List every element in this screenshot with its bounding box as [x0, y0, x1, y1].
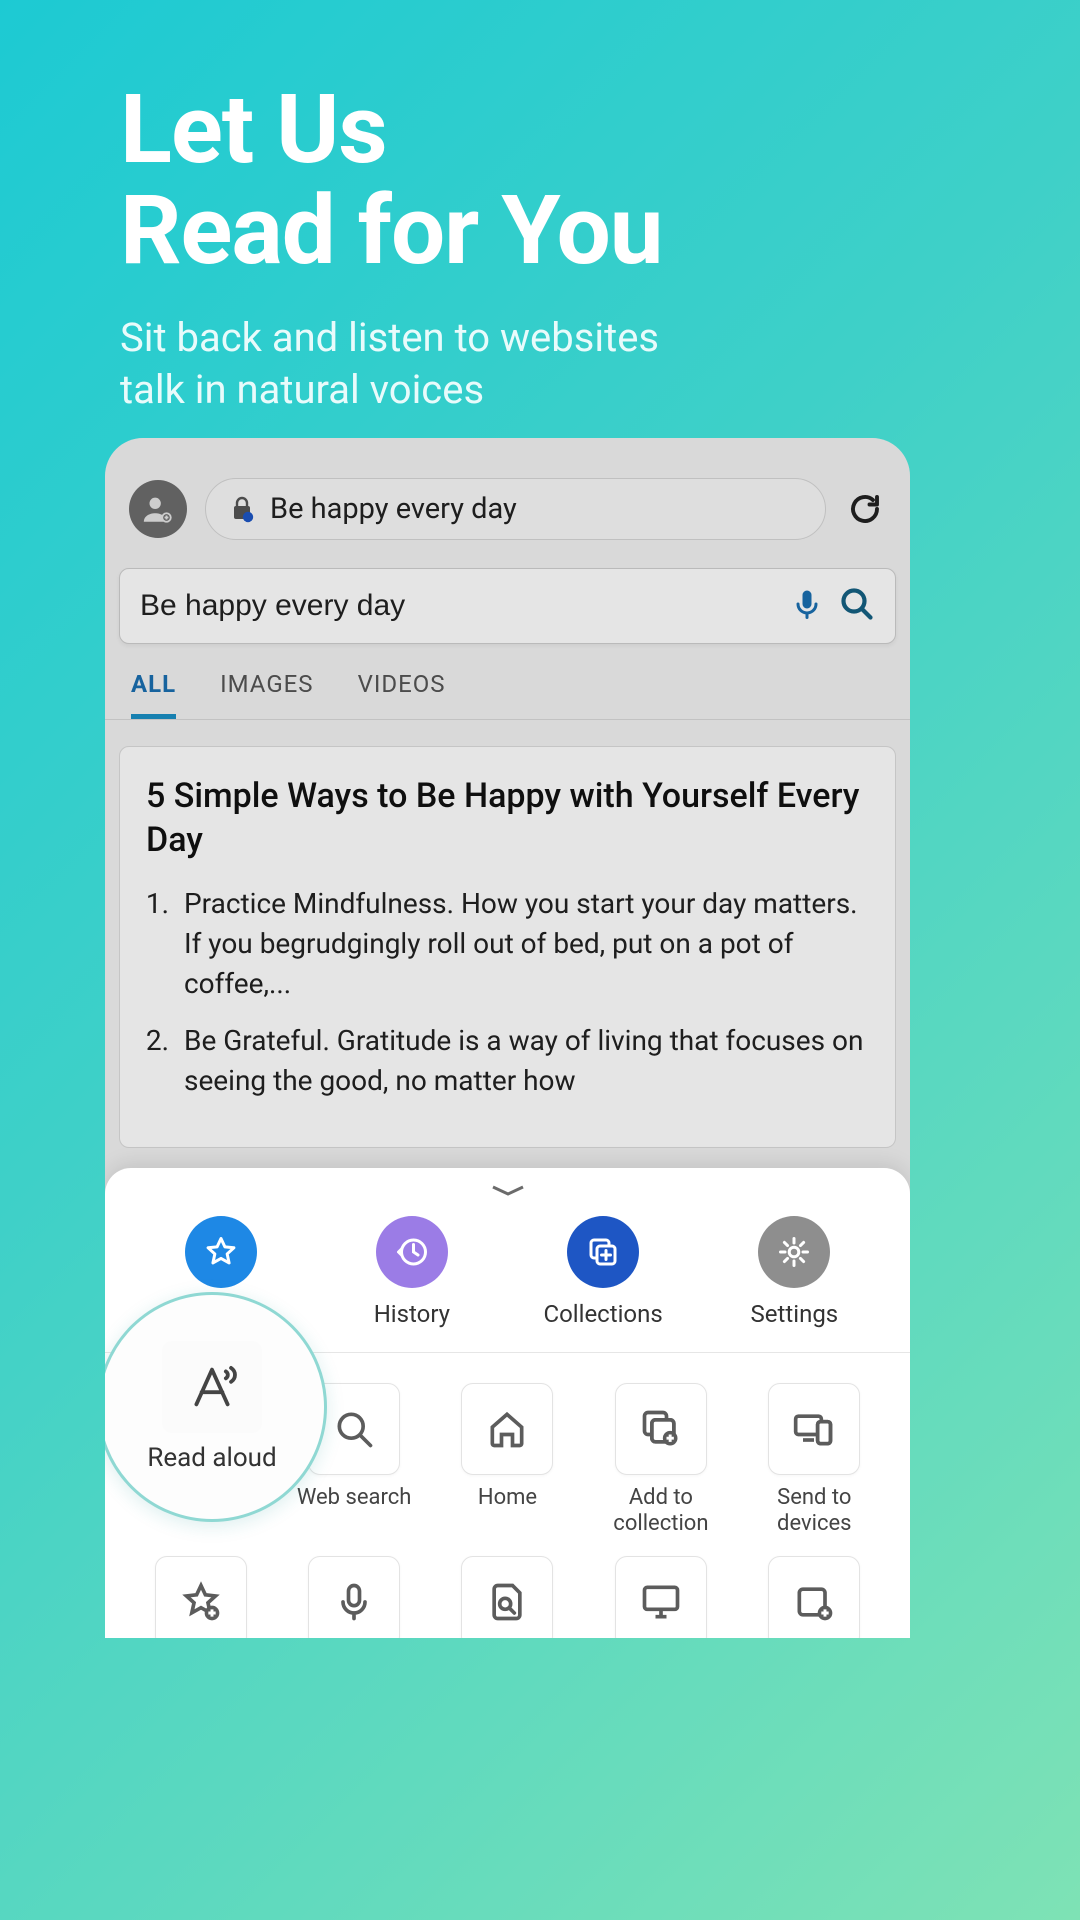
mic-icon	[332, 1580, 376, 1624]
desktop-icon	[639, 1580, 683, 1624]
read-aloud-icon	[162, 1341, 262, 1433]
search-box[interactable]	[119, 568, 896, 644]
tab-all[interactable]: ALL	[131, 670, 176, 719]
search-input[interactable]	[140, 589, 775, 623]
collection-add-icon	[639, 1407, 683, 1451]
result-item: Be Grateful. Gratitude is a way of livin…	[176, 1021, 869, 1101]
grid-new-tab[interactable]: New tab	[745, 1556, 884, 1638]
find-page-icon	[485, 1580, 529, 1624]
search-icon	[332, 1407, 376, 1451]
grid-find-page[interactable]: Find on page	[438, 1556, 577, 1638]
read-aloud-label: Read aloud	[147, 1443, 276, 1473]
hero-title-line1: Let Us	[120, 74, 387, 186]
grid-label: Home	[478, 1485, 537, 1511]
gear-icon	[758, 1216, 830, 1288]
hero-header: Let Us Read for You Sit back and listen …	[0, 0, 1080, 456]
toprow-history[interactable]: History	[332, 1216, 492, 1328]
tab-videos[interactable]: VIDEOS	[358, 670, 446, 719]
grid-view-desktop[interactable]: View desktop site	[591, 1556, 730, 1638]
grid-label: Web search	[297, 1485, 412, 1511]
url-text: Be happy every day	[270, 492, 517, 526]
result-title: 5 Simple Ways to Be Happy with Yourself …	[146, 775, 869, 862]
chevron-down-icon	[489, 1183, 527, 1197]
new-tab-icon	[792, 1580, 836, 1624]
hero-sub-line1: Sit back and listen to websites	[120, 314, 659, 361]
mic-icon[interactable]	[789, 586, 825, 626]
url-bar[interactable]: Be happy every day	[205, 478, 826, 540]
grid-label: Add to collection	[596, 1485, 726, 1538]
reload-button[interactable]	[844, 488, 886, 530]
search-icon[interactable]	[839, 586, 875, 626]
hero-title-line2: Read for You	[120, 175, 663, 287]
devices-icon	[792, 1407, 836, 1451]
browser-topbar: Be happy every day	[105, 438, 910, 560]
person-add-icon	[141, 492, 175, 526]
grid-add-collection[interactable]: Add to collection	[591, 1383, 730, 1538]
hero-sub-line2: talk in natural voices	[120, 366, 484, 413]
grid-voice-search[interactable]: Voice search	[284, 1556, 423, 1638]
favorites-icon	[185, 1216, 257, 1288]
history-icon	[376, 1216, 448, 1288]
grid-add-favorites[interactable]: Add to favorites	[131, 1556, 270, 1638]
result-item: Practice Mindfulness. How you start your…	[176, 884, 869, 1003]
collections-icon	[567, 1216, 639, 1288]
toprow-label: Settings	[751, 1300, 839, 1328]
grid-home[interactable]: Home	[438, 1383, 577, 1538]
home-icon	[485, 1407, 529, 1451]
toprow-label: History	[374, 1300, 450, 1328]
toprow-label: Collections	[543, 1300, 662, 1328]
lock-shield-icon	[230, 495, 254, 523]
tab-images[interactable]: IMAGES	[220, 670, 313, 719]
read-aloud-highlight[interactable]: Read aloud	[105, 1292, 327, 1522]
phone-frame: Be happy every day ALL IMAGES VIDEOS 5 S…	[105, 438, 910, 1638]
toprow-settings[interactable]: Settings	[714, 1216, 874, 1328]
grid-send-devices[interactable]: Send to devices	[745, 1383, 884, 1538]
sheet-handle[interactable]	[484, 1180, 532, 1200]
result-list: Practice Mindfulness. How you start your…	[146, 884, 869, 1101]
star-add-icon	[179, 1580, 223, 1624]
profile-avatar[interactable]	[129, 480, 187, 538]
result-card[interactable]: 5 Simple Ways to Be Happy with Yourself …	[119, 746, 896, 1148]
toprow-collections[interactable]: Collections	[523, 1216, 683, 1328]
reload-icon	[847, 491, 883, 527]
hero-subtitle: Sit back and listen to websites talk in …	[120, 312, 960, 416]
grid-label: Send to devices	[749, 1485, 879, 1538]
hero-title: Let Us Read for You	[120, 80, 960, 282]
search-tabs: ALL IMAGES VIDEOS	[105, 644, 910, 720]
